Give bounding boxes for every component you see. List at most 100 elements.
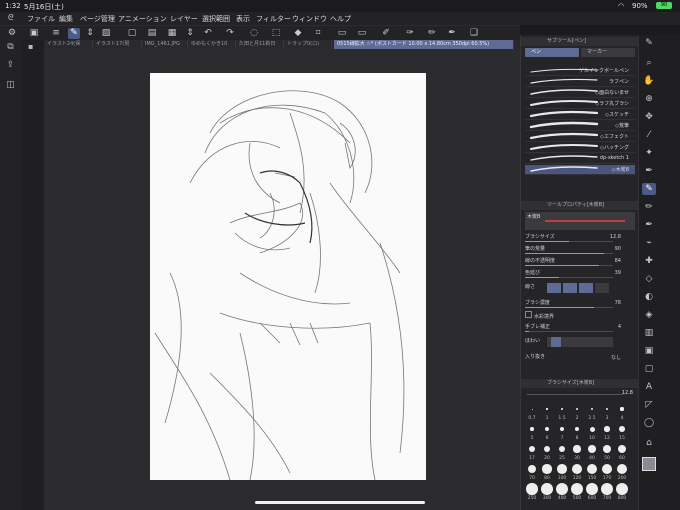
size-dot[interactable] bbox=[589, 426, 595, 432]
drawing-canvas[interactable] bbox=[150, 73, 426, 480]
doc-tab[interactable]: 久田と月11新日 bbox=[236, 40, 284, 49]
size-dot[interactable] bbox=[527, 464, 537, 474]
gradient-icon[interactable]: ▥ bbox=[642, 327, 656, 339]
prop-softness[interactable]: ほわい bbox=[525, 337, 637, 349]
size-dot[interactable] bbox=[588, 445, 596, 453]
size-dot[interactable] bbox=[559, 426, 565, 432]
edit-mode-icon[interactable]: ✎ bbox=[68, 28, 80, 39]
size-dot[interactable] bbox=[617, 444, 627, 454]
open-folder-icon[interactable]: ▤ bbox=[146, 28, 158, 39]
transform-icon[interactable]: ⬚ bbox=[270, 28, 282, 39]
pen-tool-selected-icon[interactable]: ✎ bbox=[642, 183, 656, 195]
doc-tab[interactable]: IMG_1461.JPG bbox=[142, 40, 188, 49]
crop-icon[interactable]: ⌗ bbox=[312, 28, 324, 39]
prop-brush-density[interactable]: ブラシ濃度 78 bbox=[525, 299, 637, 309]
deselect-icon[interactable]: ▭ bbox=[356, 28, 368, 39]
size-dot[interactable] bbox=[541, 483, 553, 495]
decoration-icon[interactable]: ✚ bbox=[642, 255, 656, 267]
menu-page[interactable]: ページ管理 bbox=[80, 14, 115, 24]
app-logo-icon[interactable]: ᘓ bbox=[8, 13, 14, 23]
doc-tab-active[interactable]: 0515線拡大 ☆* (ポストカード 10.00 x 14.80cm 350dp… bbox=[334, 40, 514, 49]
redo-icon[interactable]: ↷ bbox=[224, 28, 236, 39]
menu-help[interactable]: ヘルプ bbox=[330, 14, 351, 24]
bell-icon[interactable]: ⌂ bbox=[642, 437, 656, 449]
select-all-icon[interactable]: ▭ bbox=[336, 28, 348, 39]
size-dot[interactable] bbox=[601, 463, 613, 475]
tab-marker[interactable]: マーカー bbox=[581, 48, 635, 57]
size-dot[interactable] bbox=[572, 464, 582, 474]
layers-icon[interactable]: ⧉ bbox=[5, 42, 16, 53]
prop-amount[interactable]: 筆の荒量 90 bbox=[525, 245, 637, 255]
menu-icon[interactable]: ≡ bbox=[50, 28, 62, 39]
size-dot[interactable] bbox=[586, 463, 598, 475]
size-dot[interactable] bbox=[571, 483, 583, 495]
prop-stabilization[interactable]: 手ブレ補正 4 bbox=[525, 323, 637, 333]
menu-edit[interactable]: 編集 bbox=[59, 14, 73, 24]
material-icon[interactable]: ◫ bbox=[5, 80, 16, 91]
prop-color-stretch[interactable]: 色延び 39 bbox=[525, 269, 637, 279]
pen-tool-icon[interactable]: ✐ bbox=[380, 28, 392, 39]
stepper2-icon[interactable]: ⇕ bbox=[184, 28, 196, 39]
checkbox[interactable] bbox=[525, 311, 532, 318]
undo-icon[interactable]: ↶ bbox=[202, 28, 214, 39]
doc-tab[interactable]: イラスト24(保 bbox=[44, 40, 93, 49]
size-dot[interactable] bbox=[531, 408, 533, 410]
save-icon[interactable]: ▣ bbox=[28, 28, 40, 39]
pencil-icon[interactable]: ✏ bbox=[426, 28, 438, 39]
size-dot[interactable] bbox=[590, 407, 594, 411]
menu-layer[interactable]: レイヤー bbox=[170, 14, 198, 24]
prop-brush-size[interactable]: ブラシサイズ 12.8 bbox=[525, 233, 637, 243]
menu-view[interactable]: 表示 bbox=[236, 14, 250, 24]
clear-icon[interactable]: ◌ bbox=[248, 28, 260, 39]
doc-tab[interactable]: ゆめもくかき10 bbox=[188, 40, 236, 49]
airbrush-icon[interactable]: ⌁ bbox=[642, 237, 656, 249]
brush-tool-icon[interactable]: ✒ bbox=[642, 219, 656, 231]
fill-bucket-icon[interactable]: ◈ bbox=[642, 309, 656, 321]
prop-taper[interactable]: 入り抜き なし bbox=[525, 353, 637, 363]
size-dot[interactable] bbox=[620, 407, 624, 411]
menu-file[interactable]: ファイル bbox=[27, 14, 55, 24]
brush-icon[interactable]: ✒ bbox=[446, 28, 458, 39]
size-dot[interactable] bbox=[526, 483, 538, 495]
menu-window[interactable]: ウィンドウ bbox=[292, 14, 327, 24]
size-dot[interactable] bbox=[557, 464, 567, 474]
eyedropper-icon[interactable]: ⁄ bbox=[642, 129, 656, 141]
zoom-in-icon[interactable]: ⊕ bbox=[642, 93, 656, 105]
blend-icon[interactable]: ◐ bbox=[642, 291, 656, 303]
settings-icon[interactable]: ⚙ bbox=[6, 28, 18, 39]
size-dot[interactable] bbox=[605, 407, 609, 411]
size-dot[interactable] bbox=[586, 483, 598, 495]
line-option[interactable] bbox=[563, 283, 577, 293]
ruler-icon[interactable]: ✑ bbox=[404, 28, 416, 39]
dropper-icon[interactable]: ✒ bbox=[642, 165, 656, 177]
size-dot[interactable] bbox=[616, 483, 628, 495]
export-icon[interactable]: ⇪ bbox=[5, 60, 16, 71]
image-icon[interactable]: ▧ bbox=[100, 28, 112, 39]
menu-filter[interactable]: フィルター bbox=[256, 14, 291, 24]
size-dot[interactable] bbox=[561, 408, 563, 410]
frame-icon[interactable]: ▢ bbox=[642, 363, 656, 375]
menu-selection[interactable]: 選択範囲 bbox=[202, 14, 230, 24]
size-slider[interactable]: 12.8 bbox=[527, 390, 633, 397]
move-icon[interactable]: ✥ bbox=[642, 111, 656, 123]
new-file-icon[interactable]: ▢ bbox=[126, 28, 138, 39]
line-option[interactable] bbox=[579, 283, 593, 293]
disk-icon[interactable]: ▪ bbox=[28, 42, 38, 51]
layer-icon[interactable]: ❏ bbox=[468, 28, 480, 39]
size-dot[interactable] bbox=[542, 464, 552, 474]
fill-icon[interactable]: ◆ bbox=[292, 28, 304, 39]
doc-tab[interactable]: イラスト17(現 bbox=[93, 40, 142, 49]
size-dot[interactable] bbox=[543, 445, 551, 453]
size-dot[interactable] bbox=[575, 407, 579, 411]
doc-tab[interactable]: トラップ0(ロ) bbox=[284, 40, 332, 49]
eraser-icon[interactable]: ◇ bbox=[642, 273, 656, 285]
zoom-icon[interactable]: ⌕ bbox=[642, 57, 656, 69]
size-dot[interactable] bbox=[558, 445, 566, 453]
size-dot[interactable] bbox=[528, 445, 536, 453]
main-color-swatch[interactable] bbox=[642, 457, 656, 471]
prop-line[interactable]: 線さ bbox=[525, 283, 637, 295]
line-option[interactable] bbox=[547, 283, 561, 293]
softness-bar[interactable] bbox=[547, 337, 613, 347]
hand-icon[interactable]: ✋ bbox=[642, 75, 656, 87]
menu-animation[interactable]: アニメーション bbox=[118, 14, 167, 24]
